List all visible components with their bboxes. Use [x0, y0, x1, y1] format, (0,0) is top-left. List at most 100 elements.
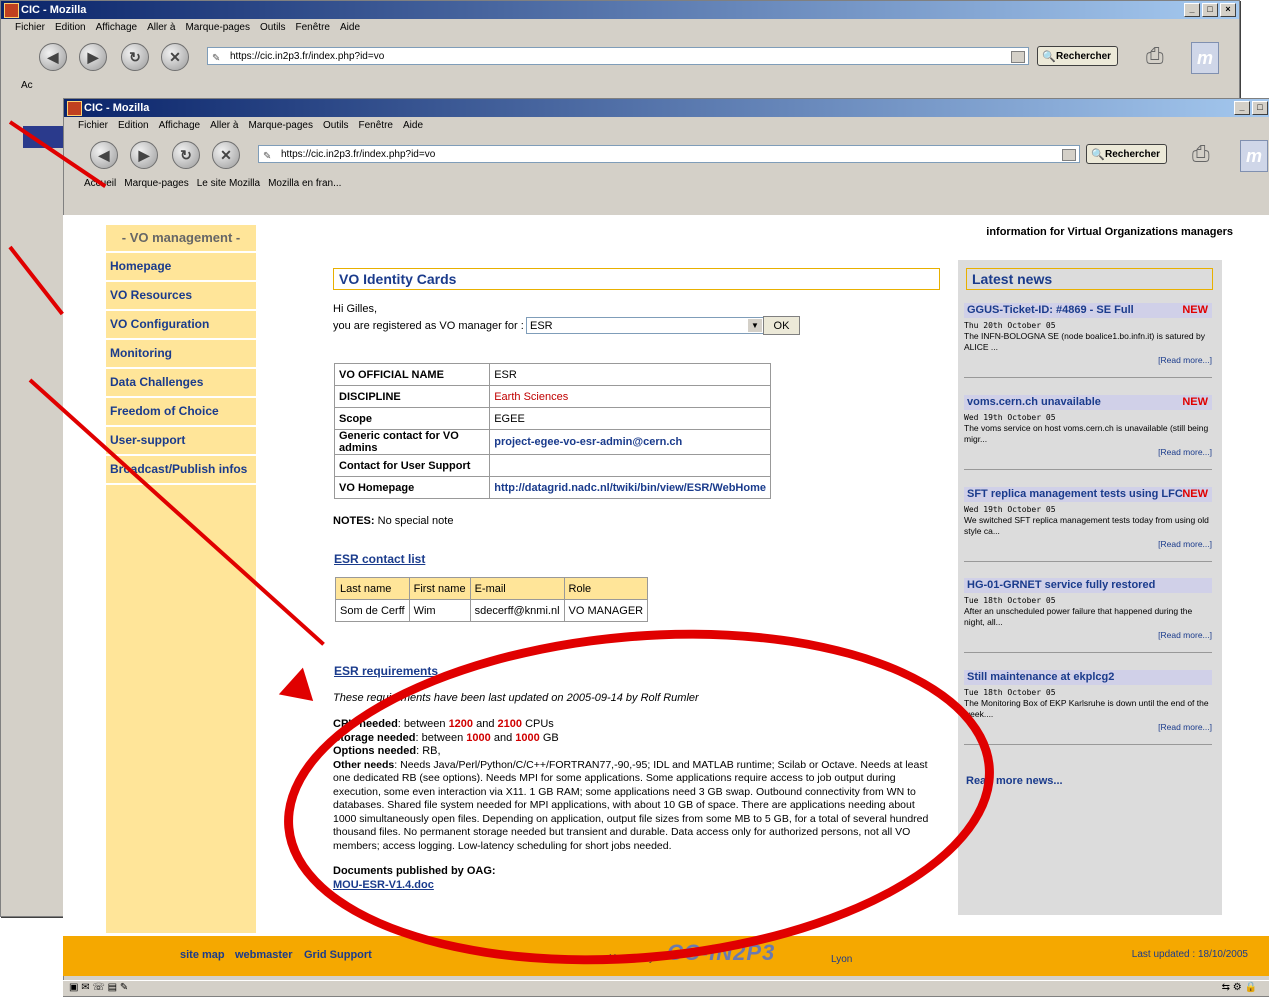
back-arrow-icon[interactable]: ◀	[90, 141, 118, 169]
back-menu-bar: Fichier Edition Affichage Aller à Marque…	[1, 19, 1239, 37]
back-nav-toolbar: ◀ ▶ ↻ ✕ ✎ https://cic.in2p3.fr/index.php?…	[1, 37, 1239, 77]
reload-icon[interactable]: ↻	[172, 141, 200, 169]
news-link[interactable]: voms.cern.ch unavailable	[967, 396, 1101, 408]
menu-affichage[interactable]: Affichage	[96, 19, 138, 37]
menu-aller[interactable]: Aller à	[210, 117, 238, 135]
ok-button[interactable]: OK	[763, 316, 800, 335]
read-more-link[interactable]: [Read more...]	[964, 447, 1212, 457]
table-row: VO Homepage http://datagrid.nadc.nl/twiki…	[333, 476, 771, 499]
menu-fenetre[interactable]: Fenêtre	[359, 117, 393, 135]
chevron-down-icon: ▼	[748, 319, 762, 332]
news-sidebar: Latest news GGUS-Ticket-ID: #4869 - SE F…	[958, 260, 1222, 915]
vo-select[interactable]: ESR ▼	[526, 317, 764, 334]
url-dropdown-icon[interactable]	[1062, 149, 1076, 161]
requirements-title[interactable]: ESR requirements	[334, 664, 438, 678]
news-link[interactable]: SFT replica management tests using LFC	[967, 488, 1183, 500]
new-badge: NEW	[1182, 488, 1208, 500]
bookmark-mozilla-fr[interactable]: Mozilla en fran...	[268, 175, 341, 193]
news-item: GGUS-Ticket-ID: #4869 - SE Full NEW Thu 2…	[964, 303, 1212, 378]
vo-homepage-link[interactable]: http://datagrid.nadc.nl/twiki/bin/view/E…	[489, 476, 771, 499]
news-item: SFT replica management tests using LFC NE…	[964, 487, 1212, 562]
news-link[interactable]: GGUS-Ticket-ID: #4869 - SE Full	[967, 304, 1134, 316]
nav-freedom-of-choice[interactable]: Freedom of Choice	[106, 398, 256, 427]
contact-table: Last name First name E-mail Role Som de Cer…	[335, 577, 649, 622]
news-title: Latest news	[966, 268, 1213, 290]
forward-arrow-icon[interactable]: ▶	[130, 141, 158, 169]
read-more-link[interactable]: [Read more...]	[964, 722, 1212, 732]
page-icon: ✎	[263, 151, 272, 162]
minimize-button[interactable]: _	[1184, 3, 1200, 17]
footer-webmaster[interactable]: webmaster	[235, 949, 292, 961]
nav-data-challenges[interactable]: Data Challenges	[106, 369, 256, 398]
new-badge: NEW	[1182, 304, 1208, 316]
news-item: Still maintenance at ekplcg2 Tue 18th Oc…	[964, 670, 1212, 745]
footer-grid-support[interactable]: Grid Support	[304, 949, 372, 961]
menu-outils[interactable]: Outils	[323, 117, 349, 135]
menu-edition[interactable]: Edition	[118, 117, 149, 135]
maximize-button[interactable]: □	[1252, 101, 1268, 115]
menu-fichier[interactable]: Fichier	[78, 117, 108, 135]
menu-aller[interactable]: Aller à	[147, 19, 175, 37]
menu-marque-pages[interactable]: Marque-pages	[185, 19, 249, 37]
url-dropdown-icon[interactable]	[1011, 51, 1025, 63]
search-icon: 🔍	[1042, 51, 1056, 63]
forward-arrow-icon[interactable]: ▶	[79, 43, 107, 71]
news-link[interactable]: Still maintenance at ekplcg2	[967, 671, 1114, 683]
menu-bar: Fichier Edition Affichage Aller à Marque…	[64, 117, 1269, 135]
menu-affichage[interactable]: Affichage	[159, 117, 201, 135]
back-search-button[interactable]: 🔍 Rechercher	[1037, 46, 1119, 66]
read-more-link[interactable]: [Read more...]	[964, 355, 1212, 365]
status-icons: ▣ ✉ ☏ ▤ ✎	[69, 982, 129, 993]
nav-vo-configuration[interactable]: VO Configuration	[106, 311, 256, 340]
back-url-field[interactable]: ✎ https://cic.in2p3.fr/index.php?id=vo	[207, 47, 1029, 65]
back-title-bar: CIC - Mozilla _ □ ×	[1, 1, 1239, 19]
last-updated: Last updated : 18/10/2005	[1131, 949, 1248, 960]
menu-marque-pages[interactable]: Marque-pages	[248, 117, 312, 135]
city-label: Lyon	[831, 954, 853, 965]
table-row: Contact for User Support	[333, 454, 771, 477]
close-button[interactable]: ×	[1220, 3, 1236, 17]
menu-aide[interactable]: Aide	[340, 19, 360, 37]
url-field[interactable]: ✎ https://cic.in2p3.fr/index.php?id=vo	[258, 145, 1080, 163]
nav-user-support[interactable]: User-support	[106, 427, 256, 456]
front-title-bar: CIC - Mozilla _ □	[64, 99, 1269, 117]
maximize-button[interactable]: □	[1202, 3, 1218, 17]
table-row: VO OFFICIAL NAME ESR	[333, 363, 771, 386]
footer-site-map[interactable]: site map	[180, 949, 225, 961]
window-title: CIC - Mozilla	[84, 102, 150, 114]
menu-aide[interactable]: Aide	[403, 117, 423, 135]
back-status-bar	[1, 896, 63, 914]
page-icon: ✎	[212, 53, 221, 64]
search-icon: 🔍	[1091, 149, 1105, 161]
back-arrow-icon[interactable]: ◀	[39, 43, 67, 71]
news-item: HG-01-GRNET service fully restored Tue 1…	[964, 578, 1212, 653]
table-row: Scope EGEE	[333, 407, 771, 430]
search-button[interactable]: 🔍 Rechercher	[1086, 144, 1168, 164]
read-more-link[interactable]: [Read more...]	[964, 539, 1212, 549]
print-icon[interactable]: ⎙	[1146, 43, 1176, 69]
menu-edition[interactable]: Edition	[55, 19, 86, 37]
minimize-button[interactable]: _	[1234, 101, 1250, 115]
contact-list-title[interactable]: ESR contact list	[334, 552, 425, 566]
print-icon[interactable]: ⎙	[1192, 141, 1222, 167]
mozilla-throbber-icon: m	[1240, 140, 1268, 172]
menu-fenetre[interactable]: Fenêtre	[296, 19, 330, 37]
bookmark-marque-pages[interactable]: Marque-pages	[124, 175, 188, 193]
read-more-link[interactable]: [Read more...]	[964, 630, 1212, 640]
sidebar-title: - VO management -	[106, 225, 256, 253]
table-row: Som de Cerff Wim sdecerff@knmi.nl VO MANAGE…	[335, 599, 649, 622]
news-link[interactable]: HG-01-GRNET service fully restored	[967, 579, 1155, 591]
menu-fichier[interactable]: Fichier	[15, 19, 45, 37]
stop-icon[interactable]: ✕	[212, 141, 240, 169]
stop-icon[interactable]: ✕	[161, 43, 189, 71]
reload-icon[interactable]: ↻	[121, 43, 149, 71]
page-title: VO Identity Cards	[333, 268, 940, 290]
bookmark-mozilla-site[interactable]: Le site Mozilla	[197, 175, 260, 193]
menu-outils[interactable]: Outils	[260, 19, 286, 37]
nav-homepage[interactable]: Homepage	[106, 253, 256, 282]
nav-vo-resources[interactable]: VO Resources	[106, 282, 256, 311]
greeting: Hi Gilles,	[333, 303, 378, 315]
back-bookmarks-bar: Ac	[21, 80, 33, 91]
nav-monitoring[interactable]: Monitoring	[106, 340, 256, 369]
admin-contact-link[interactable]: project-egee-vo-esr-admin@cern.ch	[489, 429, 771, 455]
